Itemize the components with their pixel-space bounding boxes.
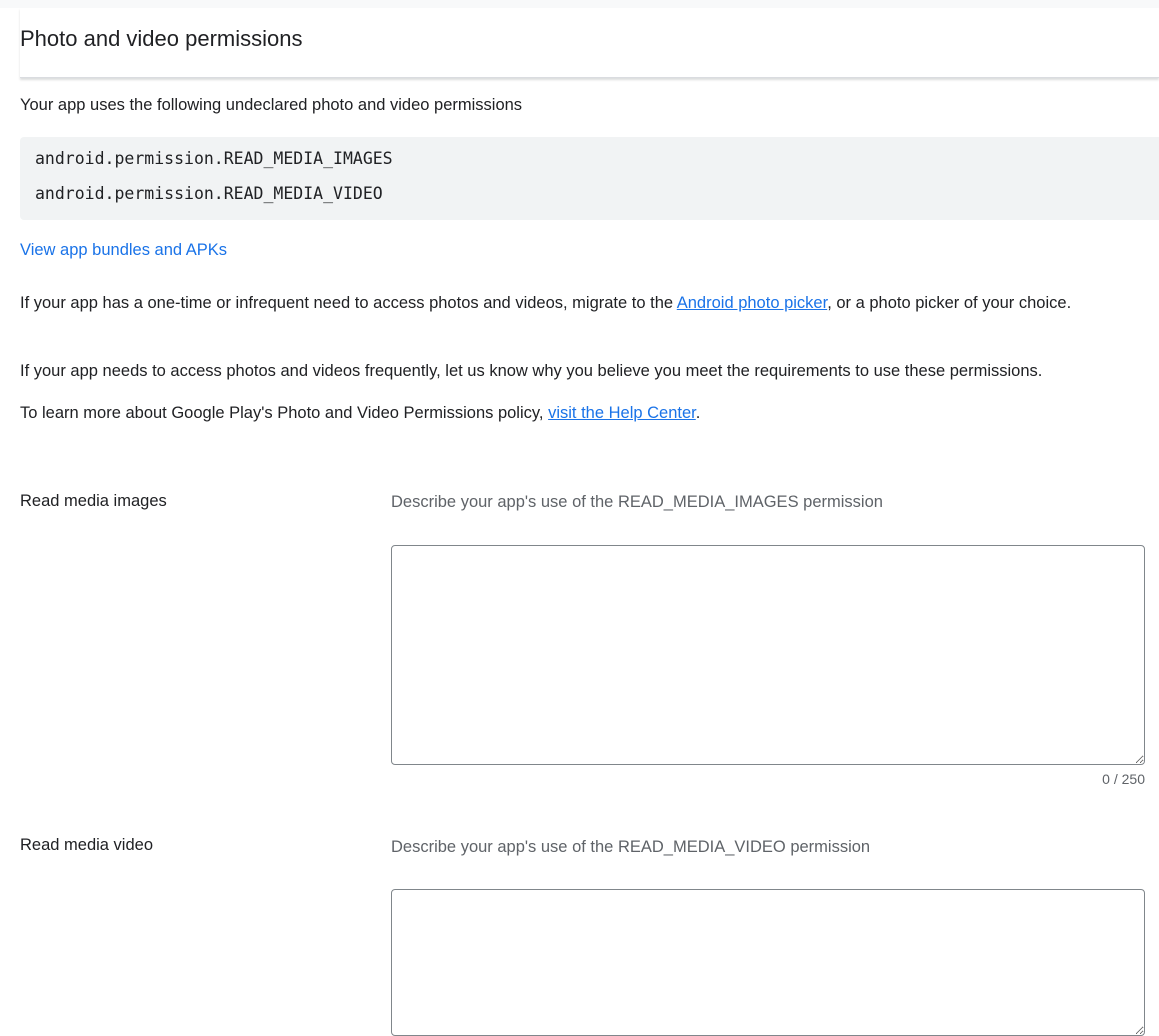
help-center-text-after: . (696, 404, 701, 422)
help-center-link[interactable]: visit the Help Center (548, 404, 696, 422)
help-center-text-before: To learn more about Google Play's Photo … (20, 404, 548, 422)
page-title: Photo and video permissions (20, 26, 303, 52)
frequent-access-paragraph: If your app needs to access photos and v… (20, 359, 1145, 384)
permission-read-media-images: android.permission.READ_MEDIA_IMAGES (35, 149, 393, 168)
help-center-paragraph: To learn more about Google Play's Photo … (20, 401, 1145, 426)
read-media-video-label: Read media video (20, 836, 153, 855)
read-media-video-prompt: Describe your app's use of the READ_MEDI… (391, 838, 870, 857)
permissions-code-block: android.permission.READ_MEDIA_IMAGES and… (20, 137, 1159, 220)
section-header: Photo and video permissions (20, 8, 1159, 78)
permission-read-media-video: android.permission.READ_MEDIA_VIDEO (35, 184, 383, 203)
read-media-images-label: Read media images (20, 492, 167, 511)
photo-picker-text-after: , or a photo picker of your choice. (827, 294, 1071, 312)
undeclared-permissions-intro: Your app uses the following undeclared p… (20, 96, 522, 115)
photo-picker-text-before: If your app has a one-time or infrequent… (20, 294, 677, 312)
read-media-images-char-counter: 0 / 250 (1102, 771, 1145, 787)
read-media-video-textarea[interactable] (391, 889, 1145, 1036)
android-photo-picker-link[interactable]: Android photo picker (677, 294, 827, 312)
read-media-images-textarea[interactable] (391, 545, 1145, 765)
top-strip (0, 0, 1159, 8)
photo-picker-paragraph: If your app has a one-time or infrequent… (20, 291, 1145, 316)
read-media-images-prompt: Describe your app's use of the READ_MEDI… (391, 493, 883, 512)
view-app-bundles-link[interactable]: View app bundles and APKs (20, 241, 227, 260)
